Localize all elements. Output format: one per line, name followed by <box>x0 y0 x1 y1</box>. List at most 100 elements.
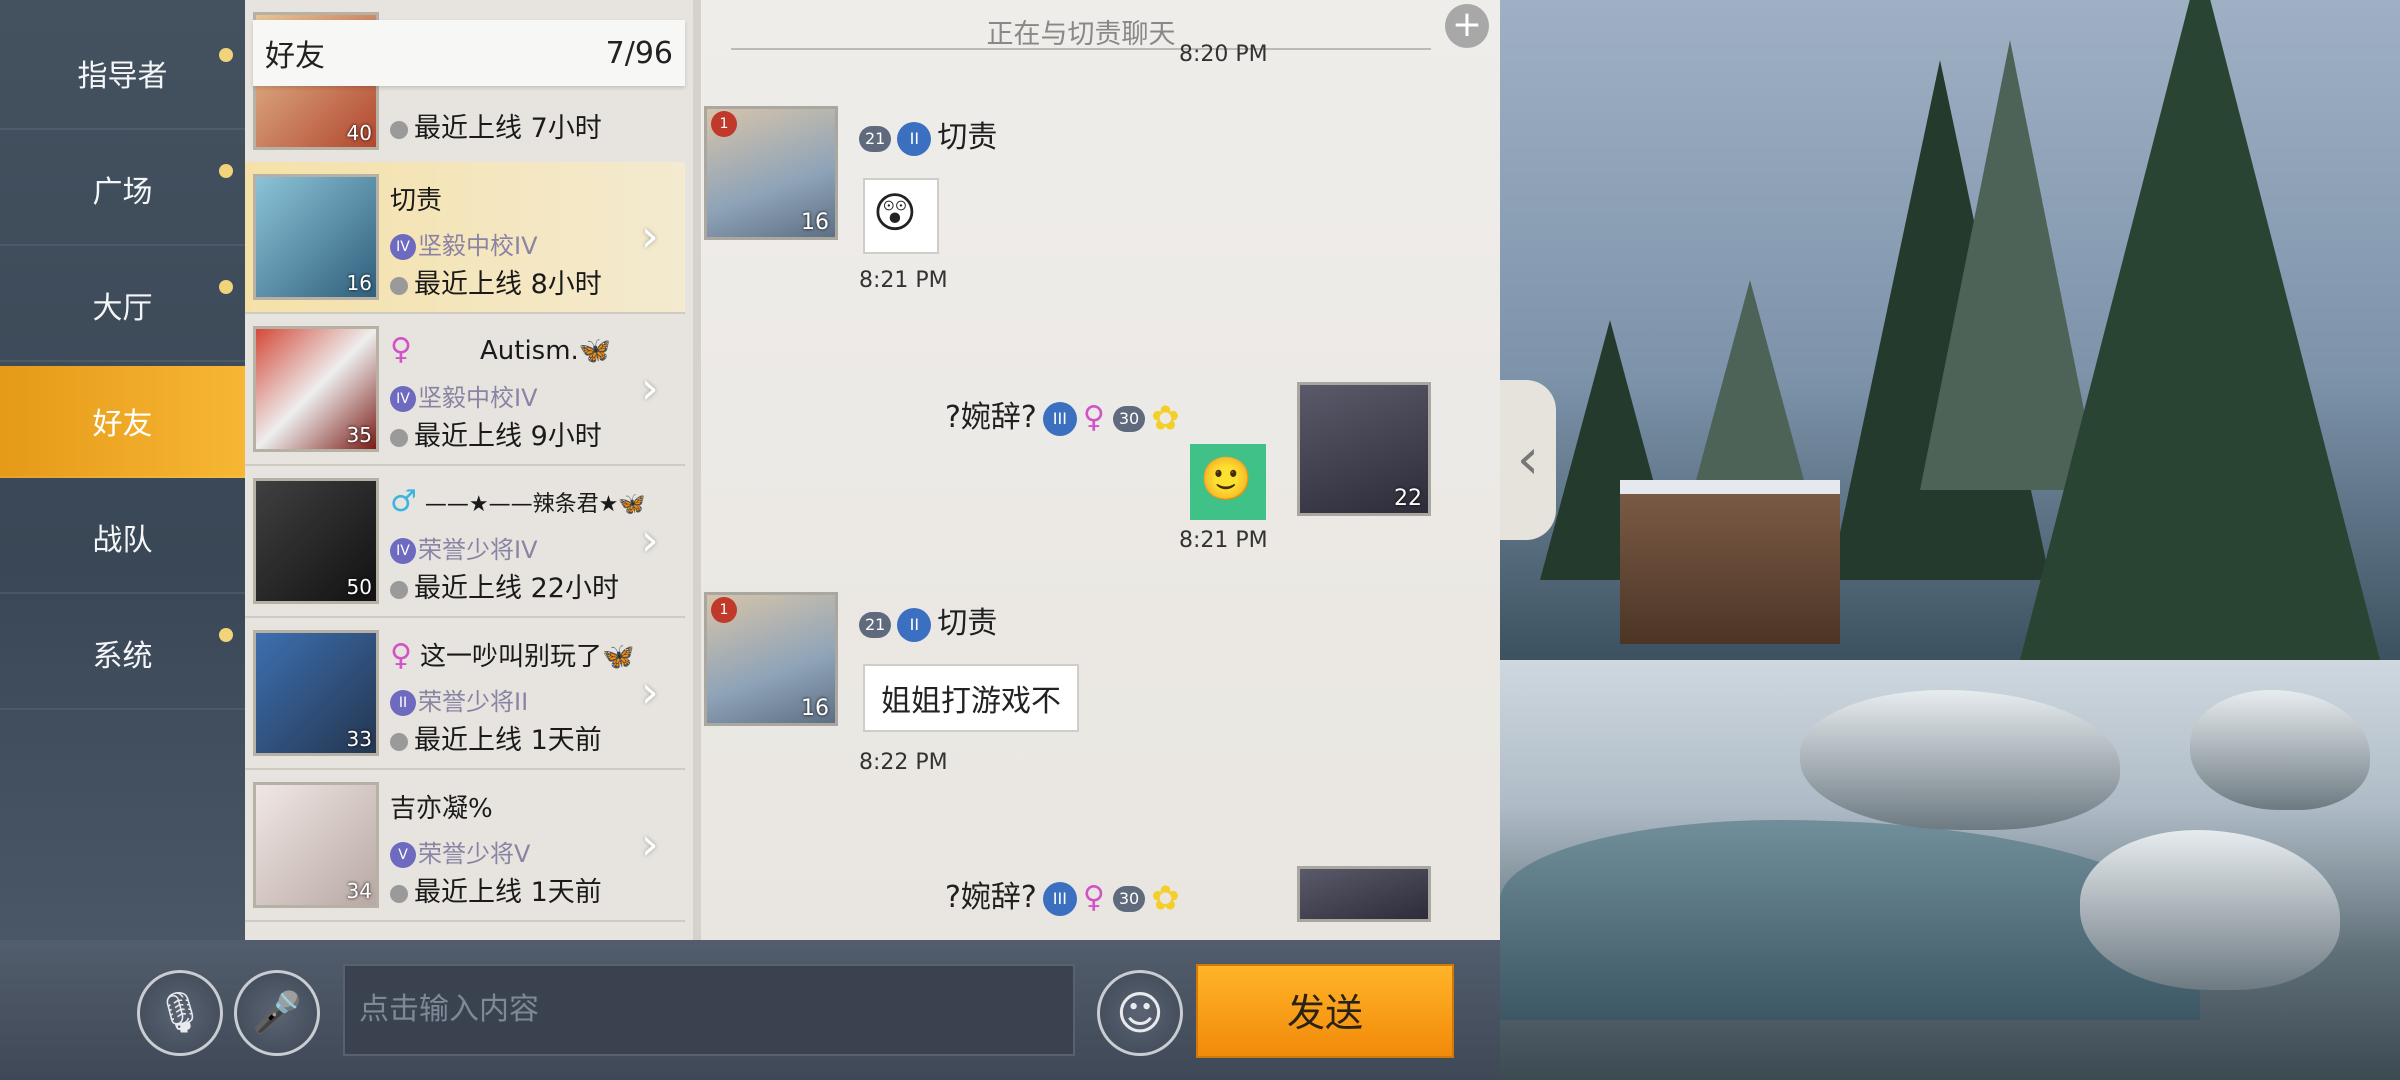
message-bubble[interactable]: 姐姐打游戏不 <box>863 664 1079 732</box>
sidebar-item-mentor[interactable]: 指导者 <box>0 18 245 130</box>
send-button[interactable]: 发送 <box>1196 964 1454 1058</box>
timestamp: 8:21 PM <box>1179 528 1268 553</box>
timestamp: 8:20 PM <box>1179 42 1268 67</box>
female-icon: ♀ <box>390 638 412 673</box>
avatar-level: 16 <box>801 696 829 721</box>
sidebar-item-lobby[interactable]: 大厅 <box>0 250 245 362</box>
friend-row[interactable]: 16 切责 IV 坚毅中校IV 最近上线 8小时 › <box>245 162 685 314</box>
male-icon: ♂ <box>390 484 417 519</box>
rank-icon: III <box>1042 401 1077 436</box>
friend-status-text: 最近上线 8小时 <box>414 269 602 300</box>
offline-dot-icon <box>390 580 408 599</box>
chat-title: 正在与切责聊天 <box>986 19 1176 50</box>
timestamp: 8:21 PM <box>859 268 948 293</box>
microphone-icon[interactable]: 🎤 <box>234 970 320 1056</box>
offline-dot-icon <box>390 120 408 139</box>
notification-dot <box>219 280 233 294</box>
achievement-tag: 30 <box>1112 405 1146 432</box>
collapse-chevron-left-icon[interactable]: ‹ <box>1500 380 1556 540</box>
background-scene <box>1500 0 2400 1080</box>
offline-dot-icon <box>390 428 408 447</box>
rank-icon: IV <box>390 234 416 260</box>
friend-status-text: 最近上线 22小时 <box>414 573 619 604</box>
avatar-level: 16 <box>801 210 829 235</box>
friend-rank-text: 坚毅中校IV <box>418 384 538 412</box>
friend-status-text: 最近上线 1天前 <box>414 877 602 908</box>
sidebar-item-label: 指导者 <box>77 59 168 94</box>
flower-icon: ✿ <box>1151 398 1180 439</box>
friend-rank: V 荣誉少将V <box>390 834 530 869</box>
own-avatar[interactable] <box>1297 866 1431 922</box>
notification-dot <box>219 48 233 62</box>
achievement-tag: 21 <box>859 611 892 638</box>
sidebar-item-team[interactable]: 战队 <box>0 482 245 594</box>
sidebar-item-plaza[interactable]: 广场 <box>0 134 245 246</box>
friend-rank: II 荣誉少将II <box>390 682 528 717</box>
add-icon[interactable]: + <box>1445 4 1489 48</box>
message-input[interactable]: 点击输入内容 <box>343 964 1075 1056</box>
friend-status-text: 最近上线 9小时 <box>414 421 602 452</box>
sender-avatar[interactable]: 1 16 <box>704 106 838 240</box>
sender-name: 切责 <box>937 606 998 641</box>
friend-row[interactable]: 33 ♀ 这一吵叫别玩了🦋 II 荣誉少将II 最近上线 1天前 › <box>245 618 685 770</box>
chevron-right-icon[interactable]: › <box>641 214 677 260</box>
friend-avatar: 16 <box>253 174 379 300</box>
sender-avatar[interactable]: 1 16 <box>704 592 838 726</box>
friend-name: 吉亦凝% <box>390 794 493 824</box>
friend-avatar: 35 <box>253 326 379 452</box>
sidebar-item-system[interactable]: 系统 <box>0 598 245 710</box>
friends-list[interactable]: 好友 7/96 40 最近上线 7小时 16 切责 IV 坚毅中校IV 最近上线 … <box>245 0 701 940</box>
friend-name-text: 这一吵叫别玩了🦋 <box>419 642 635 672</box>
friend-rank-text: 荣誉少将II <box>418 688 529 716</box>
divider <box>731 48 1431 50</box>
message-bubble[interactable]: 🙂 <box>1190 444 1266 520</box>
sender-name: ?婉辞? <box>945 400 1037 435</box>
rank-icon: II <box>390 690 416 716</box>
emoji-icon[interactable]: ☺ <box>1097 970 1183 1056</box>
timestamp: 8:22 PM <box>859 750 948 775</box>
cabin <box>1620 480 1840 644</box>
voice-to-text-icon[interactable]: 🎙 <box>137 970 223 1056</box>
chat-panel[interactable]: 正在与切责聊天 + 8:20 PM 1 16 21 II 切责 😲 8:21 PM … <box>701 0 1500 940</box>
sender-line: 21 II 切责 <box>859 598 997 642</box>
friend-rank-text: 荣誉少将IV <box>418 536 538 564</box>
female-icon: ♀ <box>1082 400 1105 435</box>
friend-status-text: 最近上线 1天前 <box>414 725 602 756</box>
sidebar-item-label: 广场 <box>92 175 153 210</box>
own-avatar[interactable]: 22 <box>1297 382 1431 516</box>
friends-count: 7/96 <box>605 35 673 71</box>
chevron-right-icon[interactable]: › <box>641 518 677 564</box>
friend-name-text: ——★——辣条君★🦋 <box>424 492 646 517</box>
friend-status: 最近上线 1天前 <box>390 718 602 757</box>
friend-level: 33 <box>346 727 372 751</box>
sender-line: ?婉辞? III ♀ 30 ✿ <box>945 392 1180 439</box>
friend-status: 最近上线 8小时 <box>390 262 602 301</box>
friend-status: 最近上线 22小时 <box>390 566 619 605</box>
chevron-right-icon[interactable]: › <box>641 366 677 412</box>
smile-emoji-icon: 🙂 <box>1200 454 1253 503</box>
message-bubble[interactable]: 😲 <box>863 178 939 254</box>
friend-row[interactable]: 35 ♀ Autism.🦋 IV 坚毅中校IV 最近上线 9小时 › <box>245 314 685 466</box>
rank-badge: 1 <box>711 597 737 623</box>
friends-title: 好友 <box>265 39 325 74</box>
friend-row[interactable]: 34 吉亦凝% V 荣誉少将V 最近上线 1天前 › <box>245 770 685 922</box>
friend-level: 35 <box>346 423 372 447</box>
friend-level: 50 <box>346 575 372 599</box>
rank-badge: 1 <box>711 111 737 137</box>
friend-row[interactable]: 50 ♂ ——★——辣条君★🦋 IV 荣誉少将IV 最近上线 22小时 › <box>245 466 685 618</box>
friend-rank-text: 坚毅中校IV <box>418 232 538 260</box>
chevron-right-icon[interactable]: › <box>641 670 677 716</box>
rank-icon: II <box>897 121 932 156</box>
friend-avatar: 34 <box>253 782 379 908</box>
sidebar-item-label: 大厅 <box>92 291 153 326</box>
sidebar-item-friends[interactable]: 好友 <box>0 366 245 478</box>
sidebar: 指导者 广场 大厅 好友 战队 系统 <box>0 0 245 940</box>
flower-icon: ✿ <box>1151 878 1180 919</box>
friend-rank: IV 荣誉少将IV <box>390 530 538 565</box>
sender-name: ?婉辞? <box>945 880 1037 915</box>
offline-dot-icon <box>390 276 408 295</box>
chevron-right-icon[interactable]: › <box>641 822 677 868</box>
friend-name: ♀ Autism.🦋 <box>390 332 611 367</box>
friend-status: 最近上线 1天前 <box>390 870 602 909</box>
achievement-tag: 21 <box>859 125 892 152</box>
